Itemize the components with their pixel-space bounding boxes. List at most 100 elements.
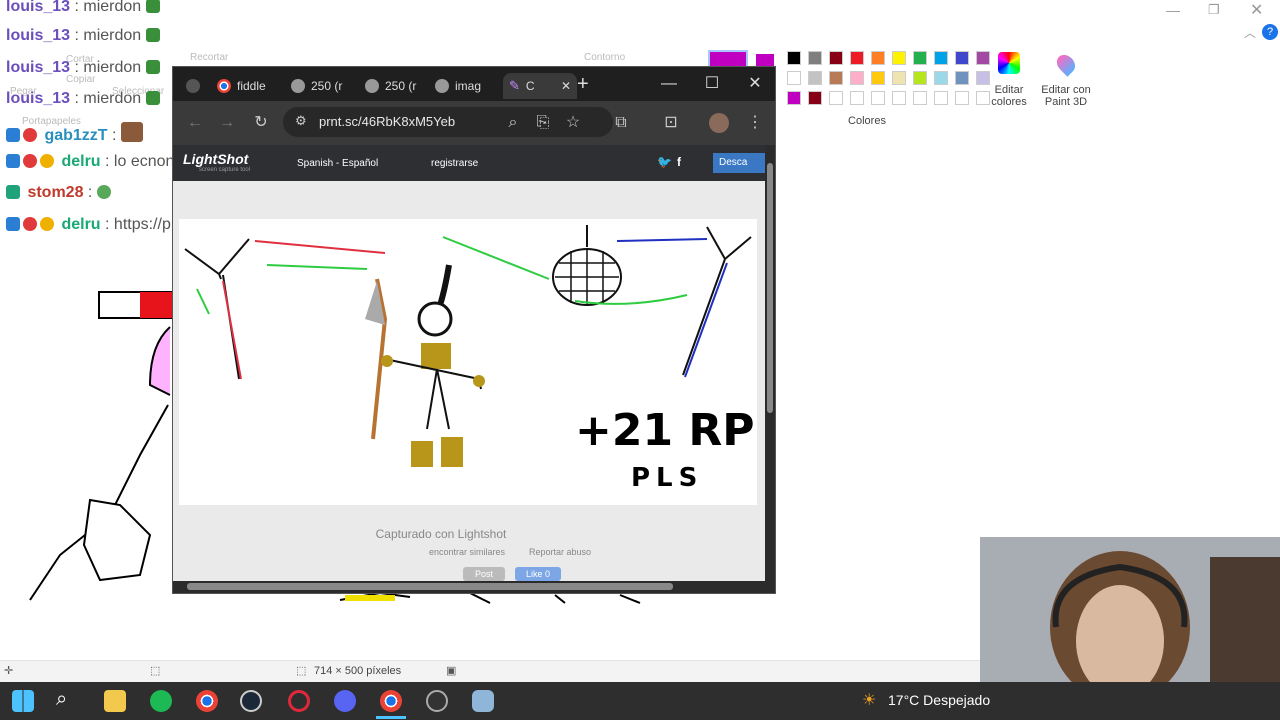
palette-color-swatch[interactable] [787, 71, 801, 85]
zoom-icon[interactable]: ⌕ [501, 111, 525, 135]
url-text[interactable]: prnt.sc/46RbK8xM5Yeb [319, 114, 455, 129]
close-icon[interactable]: ✕ [1250, 0, 1263, 20]
help-icon[interactable]: ? [1262, 24, 1278, 40]
weather-widget[interactable]: 17°C Despejado [888, 692, 990, 708]
find-similar-link[interactable]: encontrar similares [429, 547, 505, 557]
chat-message: louis_13 : mierdon [6, 90, 163, 108]
horizontal-scroll-thumb[interactable] [187, 583, 673, 590]
opera-gx-icon[interactable] [288, 690, 310, 712]
post-button[interactable]: Post [463, 567, 505, 581]
facebook-icon[interactable]: f [677, 155, 681, 169]
back-icon[interactable]: ← [183, 111, 207, 135]
palette-color-swatch[interactable] [934, 91, 948, 105]
weather-icon[interactable]: ☀ [862, 690, 876, 710]
palette-color-swatch[interactable] [850, 71, 864, 85]
palette-color-swatch[interactable] [808, 91, 822, 105]
tab-250-a[interactable]: 250 (r [291, 73, 342, 99]
palette-color-swatch[interactable] [850, 91, 864, 105]
edit-colors-icon[interactable] [998, 52, 1020, 74]
screenshot-icon[interactable]: ⊡ [659, 111, 683, 135]
reload-icon[interactable]: ↻ [249, 111, 273, 135]
chrome-logo-icon[interactable] [173, 73, 213, 99]
palette-color-swatch[interactable] [934, 71, 948, 85]
search-icon[interactable]: ⌕ [56, 688, 67, 711]
temperature: 17°C [888, 692, 920, 708]
tab-image[interactable]: imag [435, 73, 481, 99]
screenshot-image[interactable]: +21 RP PLS [179, 219, 757, 505]
like-label: Like 0 [525, 569, 551, 579]
palette-color-swatch[interactable] [892, 51, 906, 65]
bookmark-star-icon[interactable]: ☆ [561, 111, 585, 135]
emote-icon [145, 28, 160, 42]
edit-paint3d-label[interactable]: Editar con Paint 3D [1036, 84, 1096, 108]
palette-color-swatch[interactable] [913, 71, 927, 85]
palette-color-swatch[interactable] [955, 51, 969, 65]
profile-avatar[interactable] [709, 113, 729, 133]
chat-text: mierdon [83, 0, 142, 15]
palette-color-swatch[interactable] [976, 71, 990, 85]
paint-icon[interactable] [472, 690, 494, 712]
site-settings-icon[interactable]: ⚙ [295, 113, 307, 129]
palette-color-swatch[interactable] [976, 51, 990, 65]
new-tab-icon[interactable]: + [577, 73, 589, 96]
palette-color-swatch[interactable] [913, 51, 927, 65]
obs-icon[interactable] [426, 690, 448, 712]
palette-color-swatch[interactable] [913, 91, 927, 105]
register-link[interactable]: registrarse [431, 158, 478, 169]
palette-color-swatch[interactable] [808, 51, 822, 65]
download-label: Desca [719, 157, 748, 168]
extensions-icon[interactable]: ⧉ [609, 111, 633, 135]
steam-icon[interactable] [240, 690, 262, 712]
edit-colors-label[interactable]: Editar colores [984, 84, 1034, 108]
palette-color-swatch[interactable] [871, 91, 885, 105]
start-icon[interactable] [12, 690, 34, 712]
page-content: LightShot screen capture tool Spanish - … [173, 145, 765, 581]
discord-icon[interactable] [334, 690, 356, 712]
minimize-icon[interactable]: — [1166, 2, 1180, 18]
tab-fiddle[interactable]: fiddle [217, 73, 266, 99]
menu-icon[interactable]: ⋮ [743, 111, 767, 135]
palette-color-swatch[interactable] [829, 71, 843, 85]
palette-color-swatch[interactable] [787, 91, 801, 105]
app-icon [186, 79, 200, 93]
download-button[interactable]: Desca [713, 153, 765, 173]
chat-username: delru [61, 153, 101, 170]
palette-color-swatch[interactable] [871, 51, 885, 65]
palette-color-swatch[interactable] [787, 51, 801, 65]
tab-close-icon[interactable]: ✕ [561, 79, 571, 93]
forward-icon[interactable]: → [215, 111, 239, 135]
vertical-scroll-thumb[interactable] [767, 163, 773, 413]
close-icon[interactable]: ✕ [735, 71, 775, 97]
language-selector[interactable]: Spanish - Español [297, 158, 378, 169]
palette-color-swatch[interactable] [808, 71, 822, 85]
like-button[interactable]: Like 0 [515, 567, 561, 581]
palette-color-swatch[interactable] [829, 51, 843, 65]
palette-color-swatch[interactable] [892, 91, 906, 105]
paint3d-icon[interactable] [1053, 51, 1079, 77]
tab-250-b[interactable]: 250 (r [365, 73, 416, 99]
report-abuse-link[interactable]: Reportar abuso [529, 547, 591, 557]
palette-color-swatch[interactable] [829, 91, 843, 105]
spotify-icon[interactable] [150, 690, 172, 712]
palette-color-swatch[interactable] [850, 51, 864, 65]
captured-caption: Capturado con Lightshot [173, 527, 765, 541]
collapse-ribbon-icon[interactable]: ︿ [1244, 24, 1256, 41]
palette-color-swatch[interactable] [955, 91, 969, 105]
palette-color-swatch[interactable] [955, 71, 969, 85]
restore-icon[interactable]: ❐ [1208, 2, 1220, 18]
chrome-icon[interactable] [196, 690, 218, 712]
sub-badge-icon [23, 217, 37, 231]
lightshot-logo[interactable]: LightShot [183, 151, 248, 167]
tab-lightshot-active[interactable]: ✎ C ✕ [503, 73, 577, 99]
site-icon [291, 79, 305, 93]
twitter-icon[interactable]: 🐦 [657, 155, 672, 169]
palette-color-swatch[interactable] [871, 71, 885, 85]
palette-color-swatch[interactable] [934, 51, 948, 65]
palette-color-swatch[interactable] [892, 71, 906, 85]
install-app-icon[interactable]: ⎘ [531, 111, 555, 135]
minimize-icon[interactable]: — [649, 71, 689, 97]
file-explorer-icon[interactable] [104, 690, 126, 712]
maximize-icon[interactable]: ☐ [692, 71, 732, 97]
chrome-active-icon[interactable] [380, 690, 402, 712]
ribbon-outline[interactable]: Contorno [584, 52, 625, 63]
